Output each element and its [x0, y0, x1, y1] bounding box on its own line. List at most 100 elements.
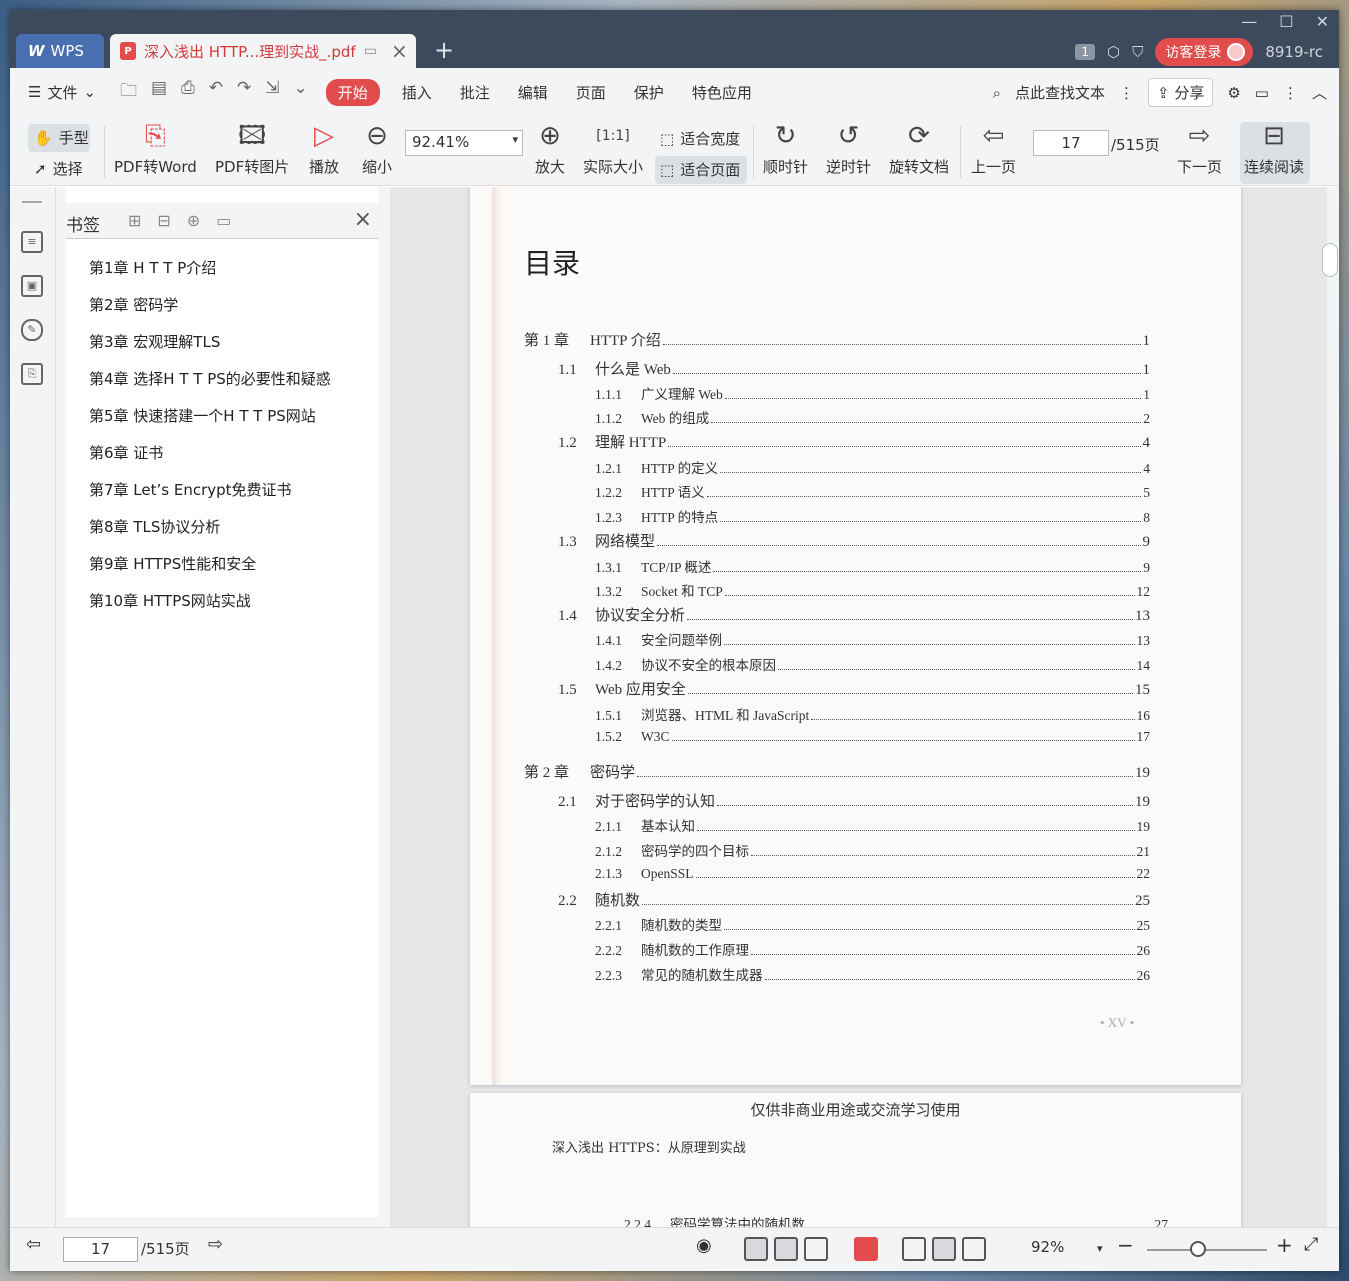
actual-size-button[interactable]: [1:1] 实际大小 [583, 120, 643, 177]
bookmark-settings-icon[interactable]: ▭ [216, 211, 231, 230]
toc-entry[interactable]: 1.1.1 广义理解 Web 1 [595, 383, 1150, 403]
share-button[interactable]: ⇪ 分享 [1147, 78, 1214, 107]
status-page-input[interactable]: 17 [63, 1237, 138, 1262]
bookmark-item[interactable]: 第7章 Let’s Encrypt免费证书 [89, 481, 331, 518]
toc-entry[interactable]: 2.2.4 密码学算法中的随机数 27 [624, 1213, 1168, 1227]
find-text-button[interactable]: 点此查找文本 [1015, 82, 1105, 103]
toc-entry[interactable]: 2.2.3 常见的随机数生成器 26 [595, 964, 1150, 984]
toc-entry[interactable]: 1.3.1 TCP/IP 概述 9 [595, 556, 1150, 576]
new-tab-icon[interactable]: + [434, 36, 454, 64]
toc-entry[interactable]: 2.1.1 基本认知 19 [595, 815, 1150, 835]
tab-insert[interactable]: 插入 [388, 82, 446, 103]
document-viewer[interactable]: 目录 • XV • 第 1 章 HTTP 介绍 1 1.1 什么是 Web 1 1.1.1 广… [390, 187, 1327, 1227]
more-dropdown-icon[interactable]: ⌄ [293, 78, 307, 107]
tab-features[interactable]: 特色应用 [678, 82, 766, 103]
toc-entry[interactable]: 第 1 章 HTTP 介绍 1 [524, 329, 1150, 350]
actual-size-status-icon[interactable] [902, 1237, 926, 1261]
document-tab[interactable]: P 深入浅出 HTTP...理到实战_.pdf ▭ × [110, 34, 416, 68]
pdf-to-word-button[interactable]: ⎘ PDF转Word [114, 120, 197, 177]
shirt-icon[interactable]: ⛉ [1132, 43, 1143, 61]
drag-handle[interactable] [22, 201, 42, 203]
more-icon[interactable]: ⋮ [1283, 84, 1298, 102]
tab-annotate[interactable]: 批注 [446, 82, 504, 103]
toc-entry[interactable]: 1.3 网络模型 9 [558, 530, 1150, 551]
eye-protect-icon[interactable]: ◉ [696, 1235, 712, 1256]
redo-icon[interactable]: ↷ [237, 78, 251, 107]
toc-entry[interactable]: 1.2.1 HTTP 的定义 4 [595, 457, 1150, 477]
window-count-badge[interactable]: 1 [1075, 44, 1095, 60]
tab-page[interactable]: 页面 [562, 82, 620, 103]
thumbnail-icon[interactable]: ▣ [21, 275, 43, 297]
bookmark-item[interactable]: 第9章 HTTPS性能和安全 [89, 555, 331, 592]
collapse-all-icon[interactable]: ⊟ [157, 211, 170, 230]
bookmark-item[interactable]: 第6章 证书 [89, 444, 331, 481]
hand-tool[interactable]: ✋ 手型 [34, 127, 89, 148]
comment-icon[interactable]: ▭ [1255, 84, 1269, 102]
bookmark-item[interactable]: 第3章 宏观理解TLS [89, 333, 331, 370]
toc-entry[interactable]: 1.5.2 W3C 17 [595, 729, 1150, 745]
tab-edit[interactable]: 编辑 [504, 82, 562, 103]
rotate-doc-button[interactable]: ⟳ 旋转文档 [889, 120, 949, 177]
bookmark-item[interactable]: 第10章 HTTPS网站实战 [89, 592, 331, 629]
toc-entry[interactable]: 1.2.3 HTTP 的特点 8 [595, 506, 1150, 526]
book-view-icon[interactable] [804, 1237, 828, 1261]
bookmark-item[interactable]: 第1章 H T T P介绍 [89, 259, 331, 296]
toc-entry[interactable]: 2.2.1 随机数的类型 25 [595, 914, 1150, 934]
zoom-out-status-icon[interactable]: − [1117, 1233, 1134, 1257]
undo-icon[interactable]: ↶ [209, 78, 223, 107]
zoom-slider[interactable] [1147, 1249, 1267, 1251]
print-icon[interactable]: ⎙ [181, 78, 195, 107]
tab-protect[interactable]: 保护 [620, 82, 678, 103]
collapse-icon[interactable]: ︿ [1312, 82, 1327, 103]
close-tab-icon[interactable]: × [391, 39, 408, 63]
rotate-cw-button[interactable]: ↻ 顺时针 [763, 120, 808, 177]
close-panel-icon[interactable]: × [354, 207, 372, 232]
open-folder-icon[interactable]: 🗀 [120, 78, 137, 107]
scrollbar-thumb[interactable] [1322, 243, 1338, 277]
zoom-in-button[interactable]: ⊕ 放大 [535, 120, 565, 177]
toc-entry[interactable]: 1.4.1 安全问题举例 13 [595, 629, 1150, 649]
two-page-view-icon[interactable] [744, 1237, 768, 1261]
toc-entry[interactable]: 1.4 协议安全分析 13 [558, 604, 1150, 625]
toc-entry[interactable]: 1.5.1 浏览器、HTML 和 JavaScript 16 [595, 704, 1150, 724]
bookmark-item[interactable]: 第2章 密码学 [89, 296, 331, 333]
skin-icon[interactable]: ⬡ [1107, 43, 1120, 61]
bookmark-item[interactable]: 第8章 TLS协议分析 [89, 518, 331, 555]
status-zoom[interactable]: 92% [1031, 1238, 1064, 1256]
zoom-out-button[interactable]: ⊖ 缩小 [362, 120, 392, 177]
toc-entry[interactable]: 2.2.2 随机数的工作原理 26 [595, 939, 1150, 959]
select-tool[interactable]: ➚ 选择 [34, 158, 83, 179]
fullscreen-icon[interactable]: ⤢ [1304, 1234, 1318, 1255]
file-menu[interactable]: ☰ 文件 ⌄ [10, 82, 110, 103]
zoom-slider-handle[interactable] [1190, 1241, 1206, 1257]
toc-entry[interactable]: 1.2 理解 HTTP 4 [558, 431, 1150, 452]
outline-icon[interactable]: ≡ [21, 231, 43, 253]
rotate-ccw-button[interactable]: ↺ 逆时针 [826, 120, 871, 177]
attachment-icon[interactable]: ⎘ [21, 363, 43, 385]
toc-entry[interactable]: 2.2 随机数 25 [558, 889, 1150, 910]
fit-page-status-icon[interactable] [932, 1237, 956, 1261]
play-button[interactable]: ▷ 播放 [309, 120, 339, 177]
toc-entry[interactable]: 2.1.2 密码学的四个目标 21 [595, 840, 1150, 860]
fit-width-button[interactable]: ⬚ 适合宽度 [660, 128, 740, 149]
toc-entry[interactable]: 2.1 对于密码学的认知 19 [558, 790, 1150, 811]
toc-entry[interactable]: 1.1.2 Web 的组成 2 [595, 407, 1150, 427]
status-next-icon[interactable]: ⇨ [208, 1234, 223, 1255]
toc-entry[interactable]: 1.2.2 HTTP 语义 5 [595, 481, 1150, 501]
zoom-in-status-icon[interactable]: + [1276, 1233, 1293, 1257]
expand-all-icon[interactable]: ⊞ [128, 211, 141, 230]
monitor-icon[interactable]: ▭ [364, 43, 377, 59]
tab-start[interactable]: 开始 [325, 78, 380, 106]
save-icon[interactable]: ▤ [151, 78, 167, 107]
page-number-input[interactable]: 17 [1033, 130, 1109, 156]
continuous-read-button[interactable]: ⊟ 连续阅读 [1244, 120, 1304, 177]
toc-entry[interactable]: 1.4.2 协议不安全的根本原因 14 [595, 654, 1150, 674]
status-prev-icon[interactable]: ⇦ [26, 1234, 41, 1255]
zoom-dropdown-icon[interactable]: ▾ [512, 133, 518, 146]
toc-entry[interactable]: 1.3.2 Socket 和 TCP 12 [595, 580, 1150, 600]
pdf-to-image-button[interactable]: 🖾 PDF转图片 [215, 120, 289, 177]
add-bookmark-icon[interactable]: ⊕ [187, 211, 200, 230]
toc-entry[interactable]: 2.1.3 OpenSSL 22 [595, 866, 1150, 882]
bookmark-item[interactable]: 第4章 选择H T T PS的必要性和疑惑 [89, 370, 331, 407]
bookmark-item[interactable]: 第5章 快速搭建一个H T T PS网站 [89, 407, 331, 444]
